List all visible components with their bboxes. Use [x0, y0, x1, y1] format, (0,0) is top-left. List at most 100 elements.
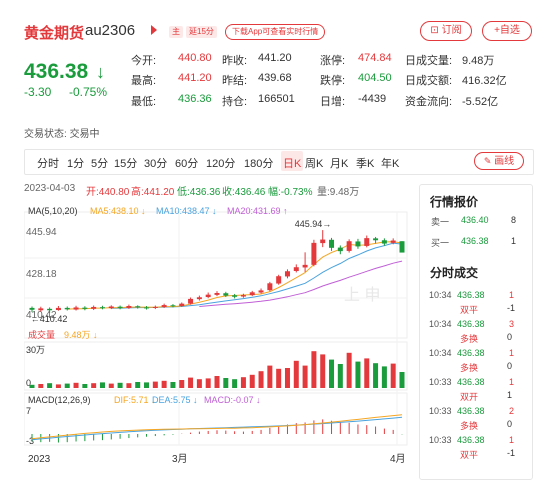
candle-body	[91, 306, 97, 309]
instrument-code: au2306	[85, 22, 136, 39]
tab-1[interactable]: 1分	[67, 155, 84, 171]
tab-4[interactable]: 30分	[144, 155, 167, 171]
stat-value: 166501	[258, 93, 295, 105]
volume-bar	[108, 383, 114, 388]
min-price-marker: ←410.42	[31, 314, 68, 324]
delay-badge: 延15分	[186, 26, 217, 38]
candle-body	[337, 247, 343, 252]
tab-3[interactable]: 15分	[114, 155, 137, 171]
stat-label: 今开:	[131, 55, 157, 67]
candle-body	[117, 306, 123, 308]
orderbook-label: 买一	[431, 238, 450, 248]
volume-bar	[214, 376, 220, 388]
candle-body	[38, 308, 44, 311]
volume-bar	[38, 384, 44, 388]
trade-oi-change: 0	[507, 361, 513, 371]
volume-bar	[126, 383, 132, 388]
candle-body	[320, 239, 326, 244]
volume-bar	[179, 380, 185, 388]
stat-label: 跌停:	[320, 75, 346, 87]
ohlc-high: 高:441.20	[131, 187, 175, 198]
trade-type: 双平	[460, 450, 479, 460]
orderbook-price: 436.38	[461, 236, 489, 246]
trade-time: 10:33	[429, 406, 452, 416]
x-axis-label: 2023	[28, 454, 51, 465]
volume-bar	[82, 384, 88, 388]
candle-body	[249, 292, 255, 296]
price-change: -3.30	[24, 85, 52, 99]
candle-body	[390, 240, 396, 243]
watermark-text: 上 申	[344, 286, 380, 304]
volume-bar	[373, 363, 379, 388]
volume-bar	[302, 365, 308, 388]
macd-tick: -3	[26, 436, 34, 446]
candle-body	[73, 307, 79, 310]
tab-0[interactable]: 分时	[37, 155, 59, 171]
download-app-link[interactable]: 下载App可查看实时行情	[225, 24, 326, 40]
tab-7[interactable]: 180分	[244, 155, 273, 171]
ma10-value: MA10:438.47 ↓	[156, 206, 217, 216]
trade-price: 436.38	[457, 348, 485, 358]
status-label: 交易状态:	[24, 129, 67, 140]
volume-bar	[329, 359, 335, 388]
subscribe-button[interactable]: ⊡ 订阅	[420, 21, 472, 41]
trading-status: 交易状态: 交易中	[24, 125, 100, 140]
trade-oi-change: -1	[507, 448, 516, 458]
candle-body	[196, 297, 202, 300]
y-tick: 445.94	[26, 227, 57, 238]
max-price-marker: 445.94→	[295, 219, 332, 229]
candle-body	[267, 283, 273, 291]
orderbook-title: 行情报价	[430, 195, 479, 209]
candle-body	[223, 293, 229, 296]
status-value: 交易中	[69, 129, 100, 140]
candle-body	[293, 267, 299, 272]
stat-label: 最低:	[131, 96, 157, 108]
orderbook-qty: 1	[511, 236, 517, 246]
volume-bar	[73, 382, 79, 388]
tab-8[interactable]: 日K	[283, 155, 301, 171]
tab-11[interactable]: 季K	[356, 155, 374, 171]
tab-12[interactable]: 年K	[381, 155, 399, 171]
ma-label: MA(5,10,20)	[28, 206, 78, 216]
ma20-value: MA20:431.69 ↑	[227, 206, 288, 216]
stat-value: -4439	[358, 93, 387, 105]
trade-price: 436.38	[457, 377, 485, 387]
candle-body	[135, 306, 141, 308]
stat-value: 439.68	[258, 72, 292, 84]
tab-2[interactable]: 5分	[91, 155, 108, 171]
stat-value: 441.20	[178, 72, 212, 84]
candle-body	[144, 307, 150, 309]
trades-title: 分时成交	[430, 266, 479, 280]
add-watchlist-button[interactable]: +自选	[482, 21, 532, 41]
trade-volume: 1	[509, 377, 515, 387]
candle-body	[258, 290, 264, 293]
trade-price: 436.38	[457, 290, 485, 300]
tab-5[interactable]: 60分	[175, 155, 198, 171]
tab-10[interactable]: 月K	[330, 155, 348, 171]
candle-body	[29, 307, 35, 310]
tab-9[interactable]: 周K	[305, 155, 323, 171]
draw-line-button[interactable]: ✎ 画线	[474, 152, 524, 170]
candle-body	[170, 305, 176, 307]
stat-value: 440.80	[178, 52, 212, 64]
candle-body	[64, 307, 70, 310]
main-contract-badge: 主	[169, 26, 183, 38]
volume-bar	[364, 358, 370, 388]
stat-value: -5.52亿	[462, 96, 499, 108]
kline-chart[interactable]: MA(5,10,20) MA5:438.10 ↓ MA10:438.47 ↓ MA20…	[24, 200, 408, 470]
main-pane-frame	[24, 211, 408, 339]
candle-body	[99, 307, 105, 309]
volume-bar	[135, 382, 141, 388]
candle-body	[47, 308, 53, 311]
play-icon[interactable]	[151, 25, 157, 35]
trade-time: 10:33	[429, 377, 452, 387]
macd-value: MACD:-0.07 ↓	[204, 395, 261, 405]
candle-body	[82, 307, 88, 309]
tab-6[interactable]: 120分	[206, 155, 235, 171]
volume-bar	[258, 371, 264, 388]
volume-bar	[276, 368, 282, 388]
trade-type: 多换	[460, 363, 479, 373]
orderbook-label: 卖一	[431, 217, 450, 227]
trade-price: 436.38	[457, 435, 485, 445]
volume-bar	[223, 378, 229, 388]
